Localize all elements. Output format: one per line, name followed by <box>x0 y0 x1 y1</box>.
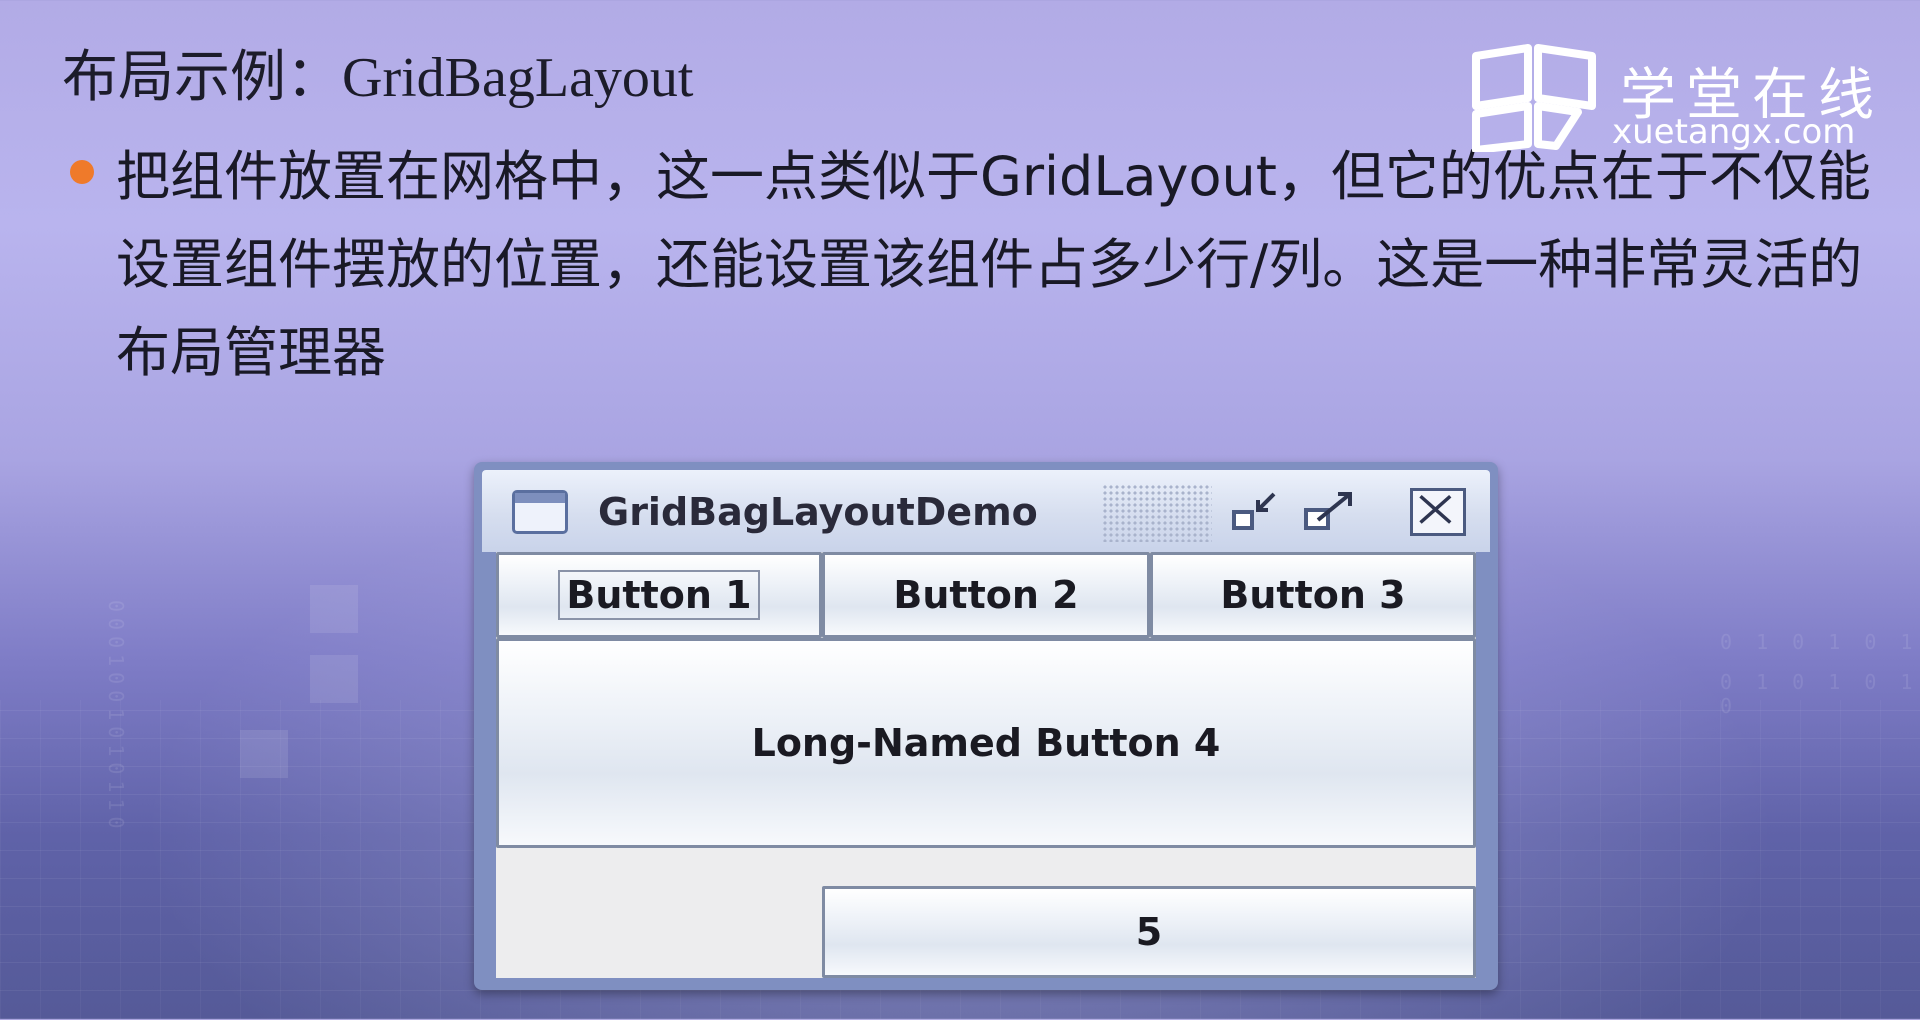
gridbag-demo-window: GridBagLayoutDemo Button 1 Button 2 Butt… <box>474 462 1498 990</box>
long-named-button-4[interactable]: Long-Named Button 4 <box>496 638 1476 848</box>
background-digits: 0 1 0 1 0 1 0 <box>1720 670 1919 718</box>
button-2[interactable]: Button 2 <box>822 552 1150 638</box>
minimize-button[interactable] <box>1230 488 1286 536</box>
slide-title: 布局示例：GridBagLayout <box>62 47 694 109</box>
window-content: Button 1 Button 2 Button 3 Long-Named Bu… <box>496 552 1476 978</box>
background-square <box>310 585 358 633</box>
title-bar-grip <box>1102 484 1212 542</box>
button-1-label: Button 1 <box>558 570 760 620</box>
maximize-button[interactable] <box>1302 488 1358 536</box>
background-square <box>240 730 288 778</box>
open-book-icon <box>1472 44 1596 152</box>
background-square <box>310 655 358 703</box>
background-digits: 0001001010110 <box>104 600 128 835</box>
button-5[interactable]: 5 <box>822 886 1476 978</box>
close-icon <box>1419 494 1452 524</box>
window-title: GridBagLayoutDemo <box>598 490 1038 534</box>
button-5-label: 5 <box>1135 910 1163 954</box>
bullet-text: 把组件放置在网格中，这一点类似于GridLayout，但它的优点在于不仅能设置组… <box>116 145 1871 384</box>
logo-domain: xuetangx.com <box>1612 112 1856 152</box>
bullet-dot <box>70 160 94 184</box>
minimize-icon <box>1232 492 1276 530</box>
button-3-label: Button 3 <box>1220 573 1406 617</box>
window-icon <box>512 490 568 534</box>
close-button[interactable] <box>1410 488 1466 536</box>
background-digits: 0 1 0 1 0 1 <box>1720 630 1919 654</box>
maximize-icon <box>1304 492 1352 530</box>
window-title-bar[interactable]: GridBagLayoutDemo <box>482 470 1490 552</box>
xuetangx-logo: 学堂在线 xuetangx.com <box>1468 42 1888 152</box>
button-4-label: Long-Named Button 4 <box>751 721 1221 765</box>
button-1[interactable]: Button 1 <box>496 552 822 638</box>
button-2-label: Button 2 <box>893 573 1079 617</box>
button-3[interactable]: Button 3 <box>1150 552 1476 638</box>
